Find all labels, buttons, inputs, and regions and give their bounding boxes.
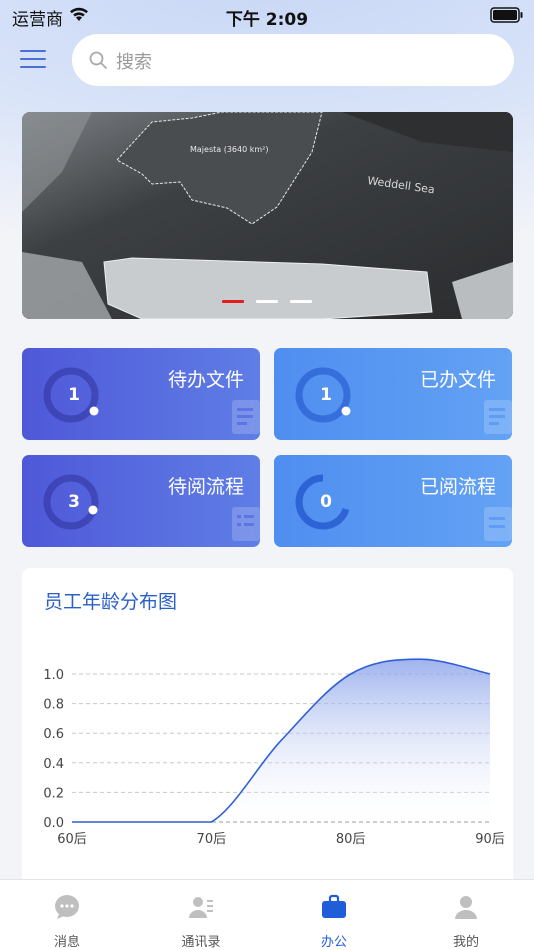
age-distribution-chart: 0.0 0.2 0.4 0.6 0.8 1.0 60后 70后 80后 90后 [43,658,505,847]
tab-label: 我的 [452,935,479,950]
y-tick-label: 0.0 [43,816,64,831]
document-icon [232,400,260,434]
tab-profile[interactable]: 我的 [411,880,521,950]
banner-carousel[interactable]: Majesta (3640 km²) Weddell Sea [22,112,513,319]
banner-image: Majesta (3640 km²) Weddell Sea [22,112,513,319]
card-count: 1 [320,385,332,405]
tab-contacts[interactable]: 通讯录 [146,880,256,950]
card-count: 0 [320,492,332,512]
tab-messages[interactable]: 消息 [12,880,122,950]
search-input[interactable]: 搜索 [72,34,514,86]
x-tick-label: 80后 [336,832,366,847]
battery-icon [490,7,523,23]
map-label-majesta: Majesta (3640 km²) [190,145,268,154]
card-pending-flow[interactable]: 3 待阅流程 [22,455,260,547]
carousel-dot[interactable] [290,300,312,303]
y-tick-label: 0.6 [43,727,64,742]
y-tick-label: 0.2 [43,786,64,801]
search-icon [89,51,107,69]
x-tick-label: 70后 [197,832,227,847]
status-time: 下午 2:09 [225,10,309,30]
message-icon [55,895,79,919]
search-placeholder: 搜索 [116,52,152,73]
card-count: 1 [68,385,80,405]
carousel-indicator [222,300,322,304]
card-done-docs[interactable]: 1 已办文件 [274,348,512,440]
user-icon [455,896,477,919]
carousel-dot[interactable] [256,300,278,303]
tab-office[interactable]: 办公 [279,880,389,950]
card-title: 已阅流程 [419,476,496,498]
document-icon [484,400,512,434]
document-icon [484,507,512,541]
y-tick-label: 0.4 [43,757,64,772]
card-title: 已办文件 [419,369,496,391]
tab-label: 办公 [320,935,347,950]
menu-icon[interactable] [20,50,46,70]
card-count: 3 [68,492,80,512]
card-read-flow[interactable]: 0 已阅流程 [274,455,512,547]
card-title: 待办文件 [167,369,244,391]
y-tick-label: 1.0 [43,668,64,683]
tab-label: 通讯录 [181,935,221,950]
contacts-icon [189,897,213,918]
status-bar: 运营商 下午 2:09 [0,0,534,30]
list-icon [232,507,260,541]
card-title: 待阅流程 [167,476,244,498]
age-distribution-card: 员工年龄分布图 0.0 0.2 0.4 0.6 0.8 1.0 60后 70后 80后 90后 [22,568,513,888]
y-tick-label: 0.8 [43,698,64,713]
carousel-dot[interactable] [222,300,244,303]
tab-label: 消息 [53,935,80,950]
x-tick-label: 60后 [57,832,87,847]
tab-bar: 消息 通讯录 办公 我的 [0,879,534,950]
briefcase-icon [322,894,346,918]
x-tick-label: 90后 [475,832,505,847]
search-row: 搜索 [0,34,534,86]
card-pending-docs[interactable]: 1 待办文件 [22,348,260,440]
